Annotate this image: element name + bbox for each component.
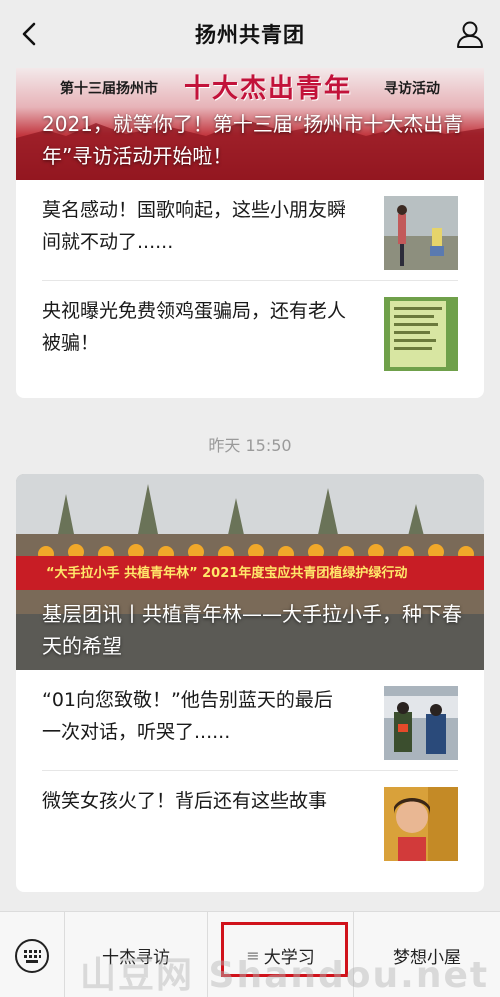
article-card-1: 第十三届扬州市 十大杰出青年 寻访活动 2021，就等你了！第十三届“扬州市十大… xyxy=(16,68,484,398)
timestamp: 昨天 15:50 xyxy=(208,436,292,455)
page-title: 扬州共青团 xyxy=(195,23,305,47)
list-item[interactable]: 微笑女孩火了！背后还有这些故事 xyxy=(42,770,458,870)
menu-label: 梦想小屋 xyxy=(393,947,461,968)
user-icon[interactable] xyxy=(454,18,486,50)
article-thumbnail xyxy=(384,297,458,371)
article-thumbnail xyxy=(384,787,458,861)
top-bar: 扬州共青团 xyxy=(0,0,500,68)
banner-text-right: 寻访活动 xyxy=(384,81,440,97)
menu-item-shijie-xunfang[interactable]: 十杰寻访 xyxy=(64,912,207,997)
hero-title: 2021，就等你了！第十三届“扬州市十大杰出青年”寻访活动开始啦！ xyxy=(42,112,464,168)
bottom-menu-bar: 十杰寻访 ≡ 大学习 梦想小屋 xyxy=(0,911,500,997)
keyboard-icon[interactable] xyxy=(14,938,50,974)
article-title: 莫名感动！国歌响起，这些小朋友瞬间就不动了...... xyxy=(42,199,347,253)
hero-title: 基层团讯丨共植青年林——大手拉小手，种下春天的希望 xyxy=(42,602,462,658)
article-title: “01向您致敬！”他告别蓝天的最后一次对话，听哭了...... xyxy=(42,689,333,743)
article-thumbnail xyxy=(384,686,458,760)
list-item[interactable]: “01向您致敬！”他告别蓝天的最后一次对话，听哭了...... xyxy=(42,670,458,770)
hero-article[interactable]: “大手拉小手 共植青年林” 2021年度宝应共青团植绿护绿行动 基层团讯丨共植青… xyxy=(16,474,484,670)
hero-article[interactable]: 第十三届扬州市 十大杰出青年 寻访活动 2021，就等你了！第十三届“扬州市十大… xyxy=(16,68,484,180)
chevron-left-icon[interactable] xyxy=(16,20,44,48)
menu-item-da-xuexi[interactable]: ≡ 大学习 xyxy=(207,912,353,997)
list-item[interactable]: 央视曝光免费领鸡蛋骗局，还有老人被骗！ xyxy=(42,280,458,380)
article-title: 微笑女孩火了！背后还有这些故事 xyxy=(42,790,328,812)
menu-list-icon: ≡ xyxy=(246,945,260,965)
banner-text-left: 第十三届扬州市 xyxy=(60,81,158,97)
article-title: 央视曝光免费领鸡蛋骗局，还有老人被骗！ xyxy=(42,300,347,354)
list-item[interactable]: 莫名感动！国歌响起，这些小朋友瞬间就不动了...... xyxy=(42,180,458,280)
article-thumbnail xyxy=(384,196,458,270)
menu-item-mengxiang-xiaowu[interactable]: 梦想小屋 xyxy=(353,912,500,997)
banner-text: “大手拉小手 共植青年林” 2021年度宝应共青团植绿护绿行动 xyxy=(46,566,408,581)
menu-label: 大学习 xyxy=(263,947,315,968)
article-card-2: “大手拉小手 共植青年林” 2021年度宝应共青团植绿护绿行动 基层团讯丨共植青… xyxy=(16,474,484,892)
menu-label: 十杰寻访 xyxy=(102,947,170,968)
banner-text-big: 十大杰出青年 xyxy=(184,74,353,104)
